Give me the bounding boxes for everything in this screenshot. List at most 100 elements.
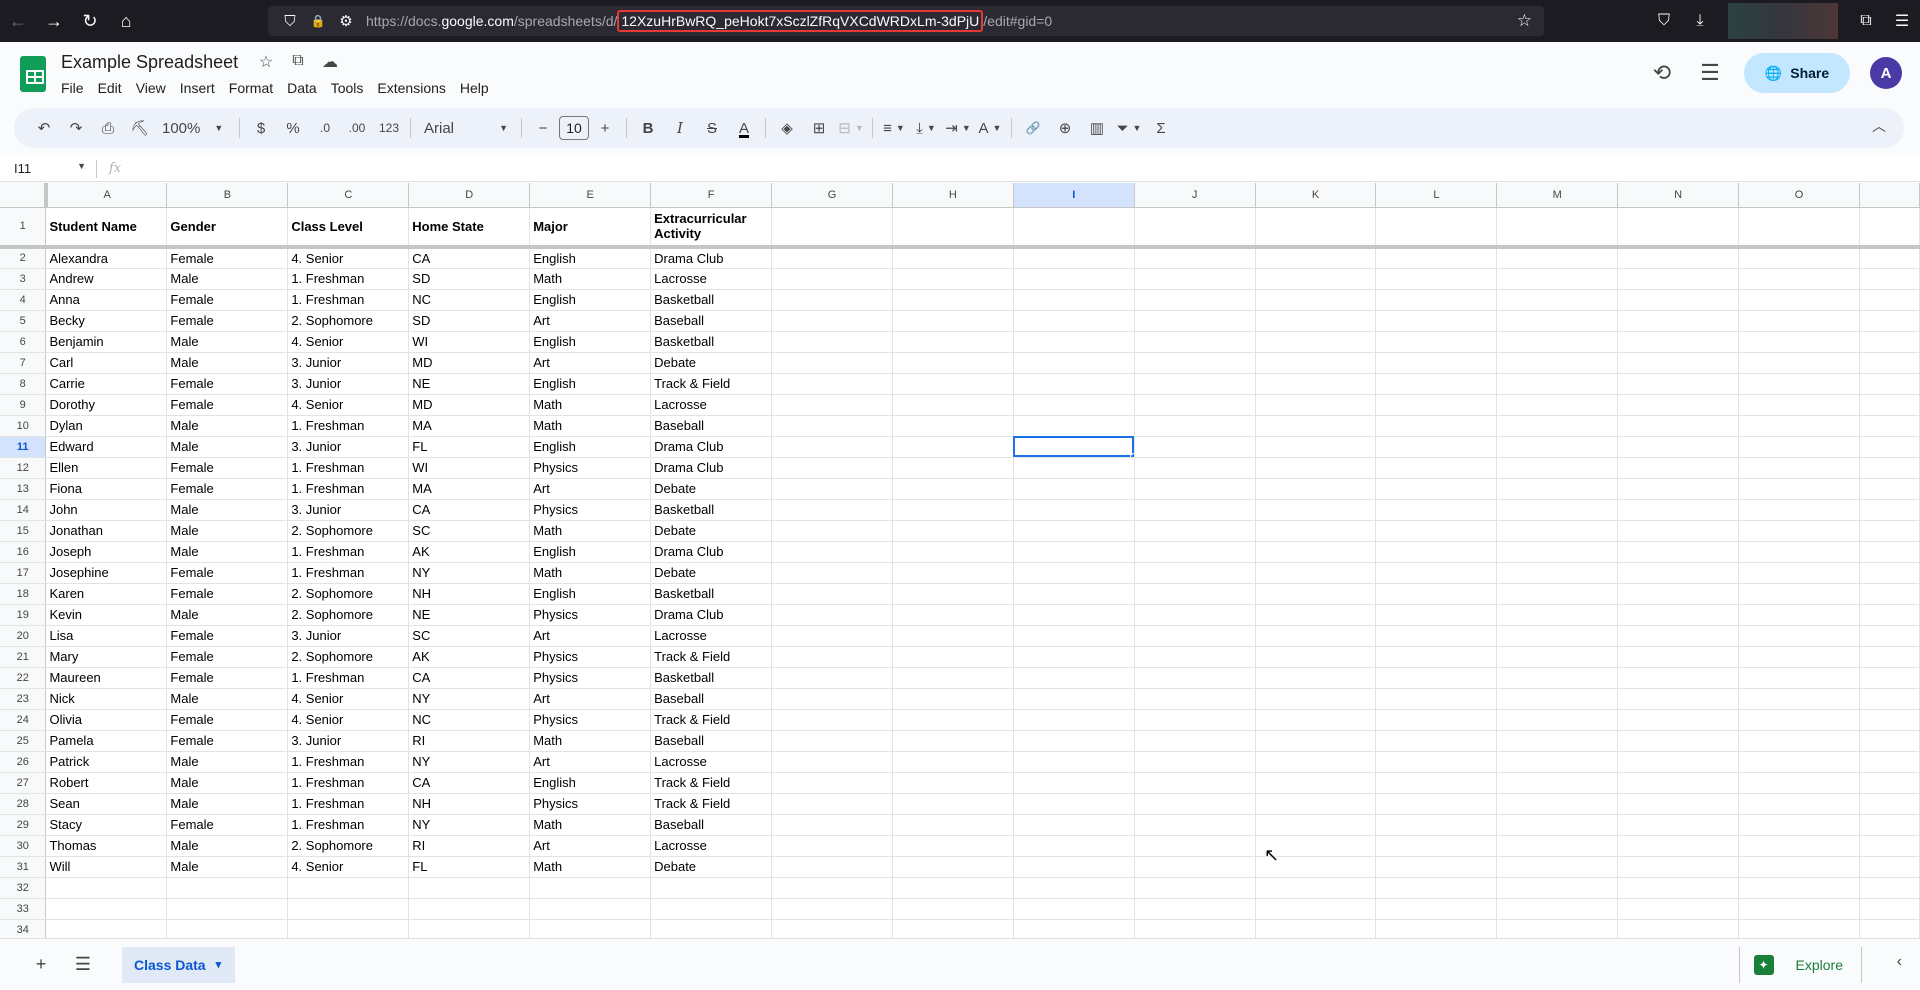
cell-a19[interactable]: Kevin — [45, 604, 168, 626]
cell-h12[interactable] — [892, 457, 1014, 479]
cell-a22[interactable]: Maureen — [45, 667, 168, 689]
cell-e33[interactable] — [529, 898, 652, 920]
cell-partial[interactable] — [1859, 478, 1920, 500]
cell-f26[interactable]: Lacrosse — [650, 751, 773, 773]
cell-m6[interactable] — [1496, 331, 1619, 353]
cell-k21[interactable] — [1255, 646, 1377, 668]
cell-k29[interactable] — [1255, 814, 1377, 836]
side-panel-toggle-icon[interactable]: ‹ — [1897, 953, 1902, 971]
cell-j14[interactable] — [1134, 499, 1256, 521]
cell-i4[interactable] — [1013, 289, 1135, 311]
cell-o8[interactable] — [1738, 373, 1860, 395]
cell-i8[interactable] — [1013, 373, 1135, 395]
cell-g4[interactable] — [771, 289, 893, 311]
cell-l34[interactable] — [1375, 919, 1498, 938]
merge-cells-icon[interactable]: ⊟ ▼ — [835, 114, 867, 142]
cell-a28[interactable]: Sean — [45, 793, 168, 815]
cell-e34[interactable] — [529, 919, 652, 938]
cell-l9[interactable] — [1375, 394, 1498, 416]
cell-l28[interactable] — [1375, 793, 1498, 815]
cell-n21[interactable] — [1617, 646, 1740, 668]
cell-m12[interactable] — [1496, 457, 1619, 479]
cell-c8[interactable]: 3. Junior — [287, 373, 410, 395]
cell-d7[interactable]: MD — [408, 352, 531, 374]
cell-g16[interactable] — [771, 541, 893, 563]
row-header-34[interactable]: 34 — [0, 919, 47, 938]
cell-partial[interactable] — [1859, 919, 1920, 938]
cell-d6[interactable]: WI — [408, 331, 531, 353]
cell-i26[interactable] — [1013, 751, 1135, 773]
column-header-d[interactable]: D — [408, 183, 531, 208]
cell-c24[interactable]: 4. Senior — [287, 709, 410, 731]
cell-h22[interactable] — [892, 667, 1014, 689]
column-header-g[interactable]: G — [771, 183, 893, 208]
cell-h13[interactable] — [892, 478, 1014, 500]
cell-n18[interactable] — [1617, 583, 1740, 605]
cell-g2[interactable] — [771, 247, 893, 269]
cell-l30[interactable] — [1375, 835, 1498, 857]
cell-c5[interactable]: 2. Sophomore — [287, 310, 410, 332]
cell-i22[interactable] — [1013, 667, 1135, 689]
cell-c33[interactable] — [287, 898, 410, 920]
cell-c27[interactable]: 1. Freshman — [287, 772, 410, 794]
cell-j32[interactable] — [1134, 877, 1256, 899]
cell-f24[interactable]: Track & Field — [650, 709, 773, 731]
cell-b12[interactable]: Female — [166, 457, 289, 479]
cell-f22[interactable]: Basketball — [650, 667, 773, 689]
cell-c29[interactable]: 1. Freshman — [287, 814, 410, 836]
filter-icon[interactable]: ⏷ ▼ — [1113, 114, 1145, 142]
cell-e14[interactable]: Physics — [529, 499, 652, 521]
cell-m7[interactable] — [1496, 352, 1619, 374]
cell-m24[interactable] — [1496, 709, 1619, 731]
cell-o11[interactable] — [1738, 436, 1860, 458]
cell-b5[interactable]: Female — [166, 310, 289, 332]
cell-k14[interactable] — [1255, 499, 1377, 521]
cell-j3[interactable] — [1134, 268, 1256, 290]
cell-d2[interactable]: CA — [408, 247, 531, 269]
cell-e5[interactable]: Art — [529, 310, 652, 332]
cell-partial[interactable] — [1859, 394, 1920, 416]
cell-c2[interactable]: 4. Senior — [287, 247, 410, 269]
cell-h6[interactable] — [892, 331, 1014, 353]
cell-j4[interactable] — [1134, 289, 1256, 311]
cell-g31[interactable] — [771, 856, 893, 878]
cell-m32[interactable] — [1496, 877, 1619, 899]
cell-g24[interactable] — [771, 709, 893, 731]
cell-partial[interactable] — [1859, 562, 1920, 584]
cell-f9[interactable]: Lacrosse — [650, 394, 773, 416]
comments-icon[interactable]: ☰ — [1686, 60, 1734, 86]
cell-o7[interactable] — [1738, 352, 1860, 374]
cell-l21[interactable] — [1375, 646, 1498, 668]
cell-partial[interactable] — [1859, 499, 1920, 521]
url-text[interactable]: https://docs.google.com/spreadsheets/d/1… — [366, 10, 1052, 32]
cell-o29[interactable] — [1738, 814, 1860, 836]
download-icon[interactable]: ⤓ — [1682, 12, 1718, 30]
row-header-14[interactable]: 14 — [0, 499, 47, 521]
menu-edit[interactable]: Edit — [91, 78, 129, 98]
cell-e23[interactable]: Art — [529, 688, 652, 710]
cell-b25[interactable]: Female — [166, 730, 289, 752]
cell-partial[interactable] — [1859, 604, 1920, 626]
cell-e30[interactable]: Art — [529, 835, 652, 857]
cell-f17[interactable]: Debate — [650, 562, 773, 584]
column-header-k[interactable]: K — [1255, 183, 1377, 208]
cell-g5[interactable] — [771, 310, 893, 332]
move-folder-icon[interactable]: ⧉ — [288, 52, 308, 72]
cell-l32[interactable] — [1375, 877, 1498, 899]
cell-k3[interactable] — [1255, 268, 1377, 290]
cell-k32[interactable] — [1255, 877, 1377, 899]
row-header-5[interactable]: 5 — [0, 310, 47, 332]
cell-o4[interactable] — [1738, 289, 1860, 311]
italic-button[interactable]: I — [664, 114, 696, 142]
cell-e3[interactable]: Math — [529, 268, 652, 290]
cell-b18[interactable]: Female — [166, 583, 289, 605]
cell-a24[interactable]: Olivia — [45, 709, 168, 731]
cell-j27[interactable] — [1134, 772, 1256, 794]
cell-partial[interactable] — [1859, 898, 1920, 920]
row-header-29[interactable]: 29 — [0, 814, 47, 836]
row-header-20[interactable]: 20 — [0, 625, 47, 647]
cell-i20[interactable] — [1013, 625, 1135, 647]
cell-d12[interactable]: WI — [408, 457, 531, 479]
row-header-10[interactable]: 10 — [0, 415, 47, 437]
cell-l5[interactable] — [1375, 310, 1498, 332]
